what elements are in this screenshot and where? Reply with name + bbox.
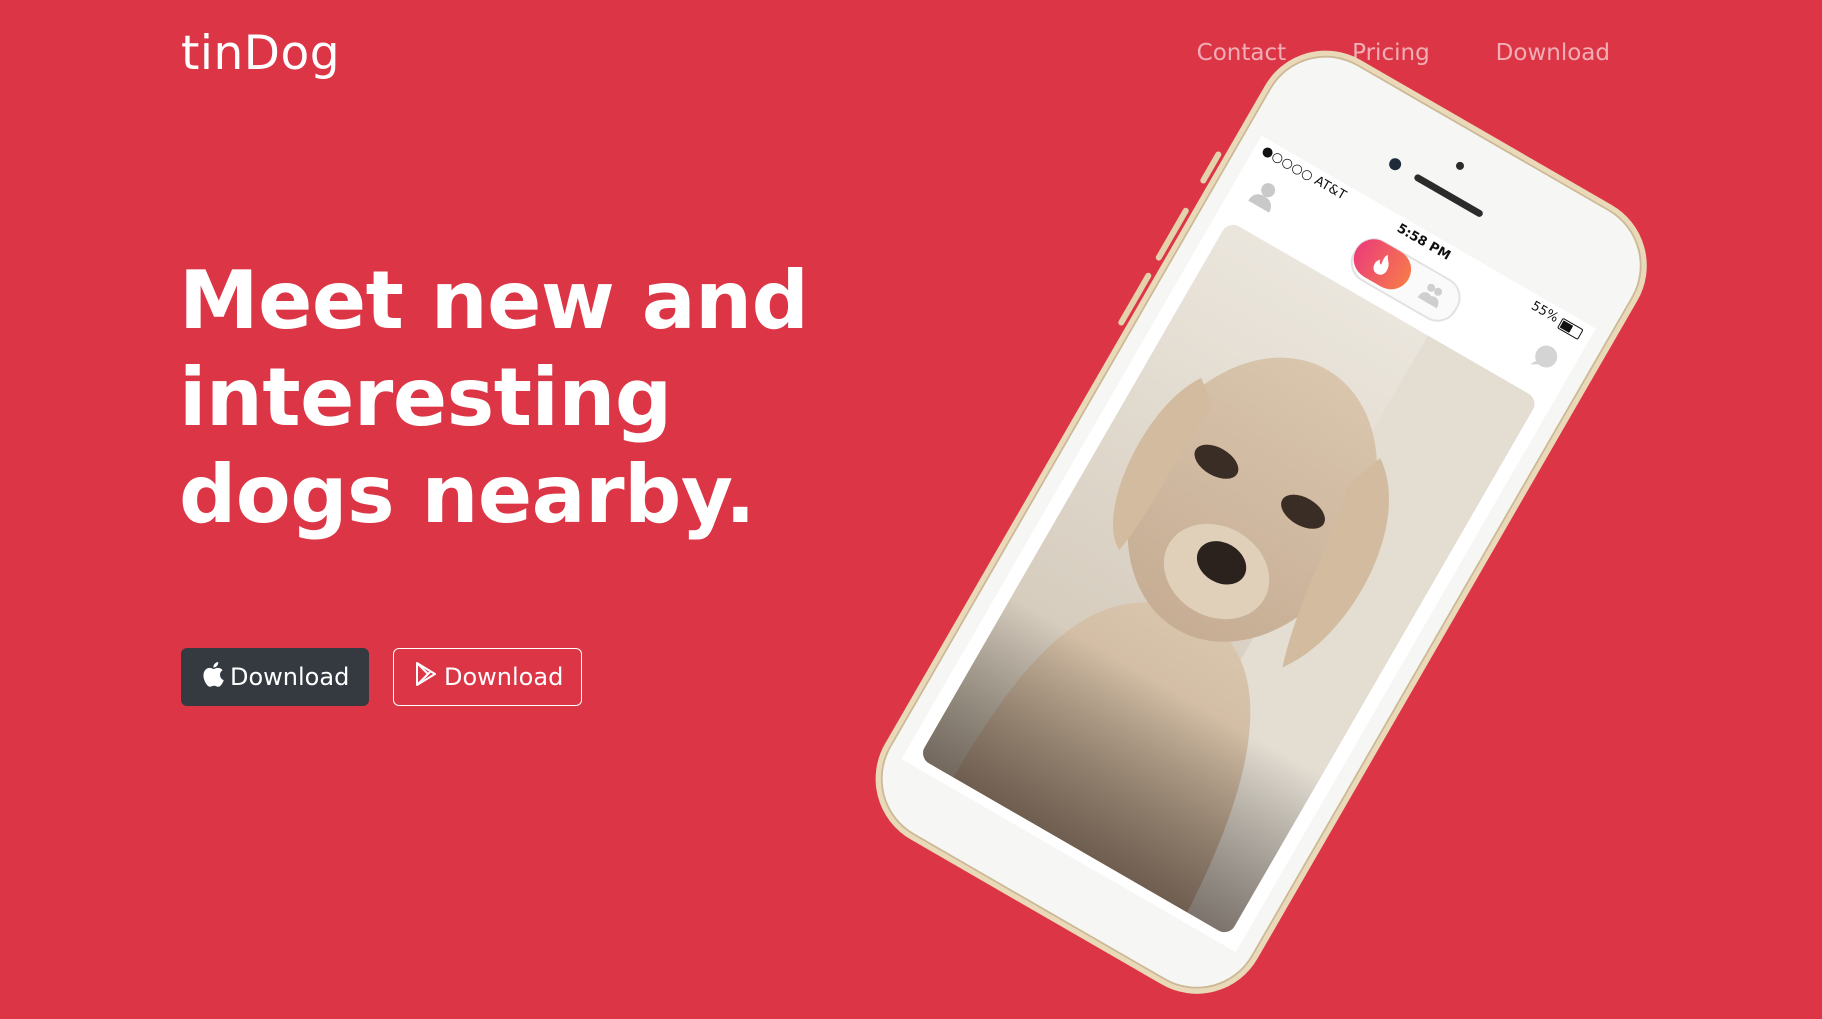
google-play-download-button[interactable]: Download bbox=[393, 648, 582, 706]
hero-headline: Meet new and interesting dogs nearby. bbox=[179, 254, 809, 541]
brand-logo[interactable]: tinDog bbox=[181, 26, 340, 81]
top-nav: Contact Pricing Download bbox=[1197, 40, 1610, 66]
profile-icon[interactable] bbox=[1245, 174, 1286, 215]
app-store-download-button[interactable]: Download bbox=[181, 648, 369, 706]
nav-link-download[interactable]: Download bbox=[1496, 40, 1610, 66]
phone-mockup: ●○○○○ AT&T 5:58 PM 55% bbox=[850, 25, 1673, 1019]
google-play-download-label: Download bbox=[444, 663, 564, 691]
apple-icon bbox=[202, 661, 224, 693]
battery-icon bbox=[1556, 317, 1584, 341]
app-store-download-label: Download bbox=[230, 663, 350, 691]
nav-link-contact[interactable]: Contact bbox=[1197, 40, 1286, 66]
groups-icon[interactable] bbox=[1415, 278, 1449, 310]
chat-icon[interactable] bbox=[1525, 338, 1566, 379]
google-play-icon bbox=[414, 661, 438, 693]
